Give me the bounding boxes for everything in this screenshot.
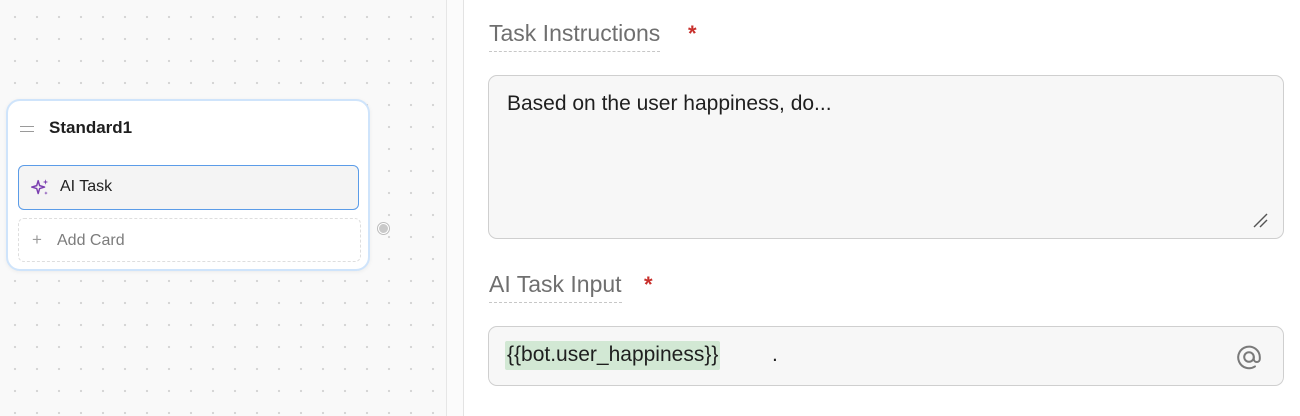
app-root: Standard1 AI Task + Add Card Task Instru… [0, 0, 1300, 416]
ai-task-card-label: AI Task [60, 178, 113, 195]
resize-handle-icon[interactable] [1252, 212, 1268, 228]
flow-node-standard1[interactable]: Standard1 AI Task + Add Card [6, 99, 370, 271]
required-indicator: * [644, 272, 653, 297]
flow-canvas[interactable]: Standard1 AI Task + Add Card [0, 0, 446, 416]
input-text-suffix: . [772, 343, 778, 366]
task-instructions-label: Task Instructions [489, 20, 661, 52]
variable-token[interactable]: {{bot.user_happiness}} [505, 341, 721, 370]
at-mention-icon[interactable] [1233, 341, 1265, 373]
properties-panel: Task Instructions * Based on the user ha… [464, 0, 1300, 416]
required-indicator: * [688, 21, 697, 46]
sparkle-icon [31, 179, 49, 195]
task-instructions-textarea[interactable]: Based on the user happiness, do... [488, 75, 1284, 239]
panel-divider [446, 0, 464, 416]
ai-task-card[interactable]: AI Task [18, 165, 359, 210]
ai-task-input-field[interactable]: {{bot.user_happiness}} . [488, 326, 1284, 386]
ai-task-input-label: AI Task Input [489, 271, 622, 303]
add-card-label: Add Card [57, 232, 125, 249]
add-card-button[interactable]: + Add Card [18, 218, 361, 262]
node-connector-handle[interactable] [378, 223, 389, 234]
task-instructions-value: Based on the user happiness, do... [507, 92, 832, 115]
node-title: Standard1 [49, 118, 133, 137]
drag-handle-icon[interactable] [20, 126, 34, 132]
plus-icon: + [32, 230, 42, 249]
